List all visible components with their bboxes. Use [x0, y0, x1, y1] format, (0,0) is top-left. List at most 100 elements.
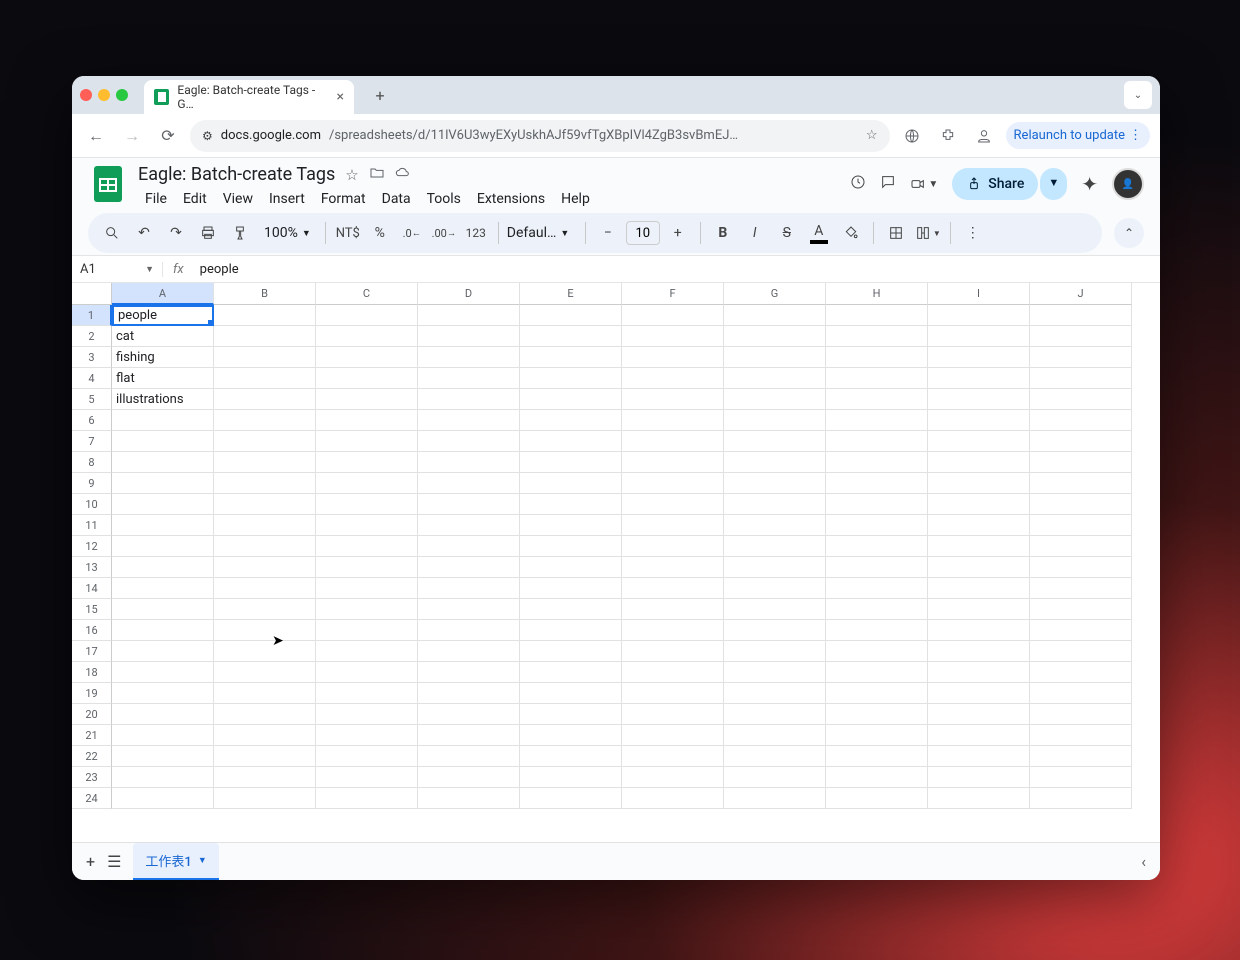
cell[interactable] [724, 305, 826, 326]
font-family-select[interactable]: Defaul… ▼ [507, 225, 577, 241]
undo-icon[interactable]: ↶ [130, 219, 158, 247]
cell[interactable] [622, 410, 724, 431]
cell[interactable] [928, 683, 1030, 704]
cell[interactable] [214, 662, 316, 683]
cell[interactable] [826, 683, 928, 704]
cell[interactable] [622, 368, 724, 389]
cell[interactable] [1030, 788, 1132, 809]
cell[interactable] [622, 641, 724, 662]
cell[interactable] [112, 599, 214, 620]
cell[interactable] [316, 599, 418, 620]
menu-data[interactable]: Data [375, 187, 418, 211]
cell[interactable] [1030, 641, 1132, 662]
share-dropdown[interactable]: ▼ [1040, 168, 1067, 200]
row-header[interactable]: 6 [72, 410, 112, 431]
collapse-toolbar-icon[interactable]: ⌃ [1114, 218, 1144, 248]
row-header[interactable]: 17 [72, 641, 112, 662]
cell[interactable] [826, 473, 928, 494]
cell[interactable] [520, 557, 622, 578]
cell[interactable] [418, 767, 520, 788]
cell[interactable] [418, 326, 520, 347]
fill-color-button[interactable] [837, 219, 865, 247]
cell[interactable] [826, 326, 928, 347]
cell[interactable] [520, 368, 622, 389]
cell[interactable] [316, 410, 418, 431]
cell[interactable] [520, 326, 622, 347]
cell[interactable] [928, 767, 1030, 788]
star-icon[interactable]: ☆ [345, 166, 358, 184]
cell[interactable]: flat [112, 368, 214, 389]
row-header[interactable]: 14 [72, 578, 112, 599]
cell[interactable] [214, 431, 316, 452]
cell[interactable] [928, 620, 1030, 641]
cell[interactable] [418, 452, 520, 473]
cell[interactable] [622, 704, 724, 725]
row-header[interactable]: 23 [72, 767, 112, 788]
cell[interactable] [724, 473, 826, 494]
cell[interactable] [928, 725, 1030, 746]
decrease-decimal-icon[interactable]: .0← [398, 219, 426, 247]
cell[interactable] [316, 368, 418, 389]
select-all-corner[interactable] [72, 283, 112, 305]
cell[interactable] [520, 578, 622, 599]
font-size-decrease[interactable]: − [594, 219, 622, 247]
history-icon[interactable] [850, 174, 866, 195]
cell[interactable] [622, 788, 724, 809]
cell[interactable] [520, 620, 622, 641]
row-header[interactable]: 3 [72, 347, 112, 368]
cell[interactable] [214, 557, 316, 578]
cell[interactable] [724, 725, 826, 746]
cell[interactable] [520, 767, 622, 788]
cell[interactable] [214, 767, 316, 788]
cell[interactable] [418, 620, 520, 641]
cell[interactable] [826, 557, 928, 578]
cell[interactable] [622, 578, 724, 599]
cell[interactable] [112, 557, 214, 578]
cell[interactable] [214, 389, 316, 410]
cell[interactable] [724, 494, 826, 515]
menu-view[interactable]: View [216, 187, 260, 211]
cell[interactable] [520, 725, 622, 746]
cell[interactable] [214, 305, 316, 326]
cell[interactable] [520, 410, 622, 431]
cell[interactable] [826, 620, 928, 641]
cell[interactable] [316, 767, 418, 788]
avatar[interactable]: 👤 [1112, 168, 1144, 200]
cell[interactable]: fishing [112, 347, 214, 368]
cell[interactable] [826, 452, 928, 473]
cell[interactable] [826, 704, 928, 725]
cell[interactable] [520, 515, 622, 536]
grid-area[interactable]: ABCDEFGHIJ1people2cat3fishing4flat5illus… [72, 283, 1160, 842]
browser-tab[interactable]: Eagle: Batch-create Tags - G… × [144, 80, 354, 114]
cell[interactable] [112, 452, 214, 473]
cell[interactable] [622, 431, 724, 452]
cell[interactable] [316, 536, 418, 557]
row-header[interactable]: 12 [72, 536, 112, 557]
cell[interactable] [112, 641, 214, 662]
cell[interactable] [112, 473, 214, 494]
cell[interactable] [826, 347, 928, 368]
row-header[interactable]: 2 [72, 326, 112, 347]
cell[interactable] [316, 515, 418, 536]
cell[interactable] [826, 305, 928, 326]
cell[interactable] [316, 578, 418, 599]
url-field[interactable]: ⚙ docs.google.com/spreadsheets/d/11lV6U3… [190, 120, 890, 152]
cell[interactable] [826, 389, 928, 410]
cell[interactable] [724, 662, 826, 683]
cell[interactable] [1030, 704, 1132, 725]
cell[interactable] [1030, 578, 1132, 599]
cell[interactable] [1030, 536, 1132, 557]
cell[interactable] [418, 368, 520, 389]
cell[interactable] [316, 746, 418, 767]
move-icon[interactable] [369, 165, 385, 185]
cell[interactable] [112, 620, 214, 641]
column-header[interactable]: G [724, 283, 826, 305]
cell[interactable] [316, 347, 418, 368]
cell[interactable] [928, 368, 1030, 389]
cell[interactable] [928, 494, 1030, 515]
cell[interactable] [622, 662, 724, 683]
doc-title[interactable]: Eagle: Batch-create Tags [138, 164, 335, 185]
cell[interactable] [622, 389, 724, 410]
cell[interactable] [826, 515, 928, 536]
menu-insert[interactable]: Insert [262, 187, 312, 211]
